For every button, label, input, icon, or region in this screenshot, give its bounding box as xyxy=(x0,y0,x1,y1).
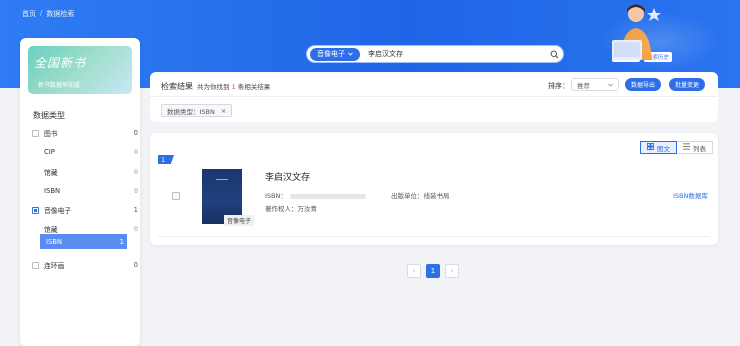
cover-type-badge: 音像电子 xyxy=(224,215,255,226)
facet-label: 馆藏 xyxy=(44,226,58,234)
facet-av-isbn[interactable]: ISBN 1 xyxy=(40,234,127,249)
divider xyxy=(158,236,710,237)
next-page-button[interactable]: › xyxy=(445,264,459,278)
result-index-tag: 1 xyxy=(158,155,174,164)
person-illustration-icon xyxy=(612,4,661,60)
facet-label: 图书 xyxy=(44,130,58,138)
export-data-button[interactable]: 数据导出 xyxy=(625,78,662,91)
list-view-label: 列表 xyxy=(693,144,706,153)
facet-count: 0 xyxy=(134,148,138,156)
facet-count: 1 xyxy=(133,206,138,214)
list-view-button[interactable]: 列表 xyxy=(677,141,713,154)
grid-view-label: 图文 xyxy=(657,144,670,153)
breadcrumb: 首页 / 数据检索 xyxy=(22,9,74,19)
breadcrumb-current: 数据检索 xyxy=(46,10,75,18)
breadcrumb-home[interactable]: 首页 xyxy=(22,9,36,19)
prev-page-button[interactable]: ‹ xyxy=(407,264,421,278)
sidebar-heading: 数据类型 xyxy=(33,111,65,120)
facet-books-checkbox[interactable] xyxy=(32,129,39,137)
search-input[interactable]: 李启汉文存 xyxy=(368,49,545,59)
facet-comics-checkbox[interactable] xyxy=(32,261,39,269)
facet-av-electronic[interactable]: 音像电子 1 xyxy=(32,203,138,217)
facet-holdings[interactable]: 馆藏 0 xyxy=(44,165,138,179)
result-card: 图文 列表 1 音像电子 李启汉文存 ISBN： 著作权人：万汝青 出版单位：线… xyxy=(150,133,718,245)
search-type-selector[interactable]: 音像电子 xyxy=(310,47,360,61)
grid-view-button[interactable]: 图文 xyxy=(640,141,677,154)
breadcrumb-separator: / xyxy=(40,9,43,17)
author-row: 著作权人：万汝青 xyxy=(265,205,317,213)
isbn-value-redacted xyxy=(289,193,366,199)
logo-title: 全国新书 xyxy=(34,56,87,70)
result-checkbox[interactable] xyxy=(172,192,180,200)
results-title: 检索结果 xyxy=(161,82,193,91)
results-summary: 共为你找到 1 条相关结果 xyxy=(197,81,270,91)
list-icon xyxy=(683,143,690,152)
sidebar: 全国新书 新书数据早知道 数据类型 图书 0 CIP 0 馆藏 0 ISBN 0… xyxy=(20,38,140,346)
close-icon[interactable]: × xyxy=(221,107,226,115)
facet-count: 0 xyxy=(134,225,138,233)
facet-cip[interactable]: CIP 0 xyxy=(44,145,138,159)
logo-banner: 全国新书 新书数据早知道 xyxy=(28,46,132,94)
sort-value: 推荐 xyxy=(577,81,590,90)
logo-subtitle: 新书数据早知道 xyxy=(38,82,81,89)
facet-label: ISBN xyxy=(44,187,61,195)
isbn-label: ISBN： xyxy=(265,192,287,200)
publisher-row: 出版单位：线装书局 xyxy=(391,192,450,200)
summary-suffix: 条相关结果 xyxy=(237,83,271,91)
facet-av-checkbox[interactable] xyxy=(32,206,39,214)
isbn-database-link[interactable]: ISBN数据库 xyxy=(673,190,708,200)
chevron-down-icon xyxy=(348,50,353,58)
facet-count: 1 xyxy=(119,237,124,246)
facet-count: 0 xyxy=(133,261,138,269)
batch-change-button[interactable]: 批量变更 xyxy=(669,78,706,91)
facet-label: 馆藏 xyxy=(44,169,58,177)
result-count: 1 xyxy=(231,83,236,91)
facet-count: 0 xyxy=(133,129,138,137)
summary-prefix: 共为你找到 xyxy=(197,83,230,91)
divider xyxy=(150,96,718,97)
search-icon[interactable] xyxy=(545,50,563,59)
results-header: 检索结果 共为你找到 1 条相关结果 排序： 推荐 数据导出 批量变更 数据类型… xyxy=(150,72,718,122)
facet-count: 0 xyxy=(134,187,138,195)
advanced-search-link[interactable]: 高级检索 xyxy=(612,52,641,62)
grid-icon xyxy=(647,143,654,152)
facet-isbn-books[interactable]: ISBN 0 xyxy=(44,184,138,198)
chevron-down-icon xyxy=(608,81,613,89)
pagination: ‹ 1 › xyxy=(407,264,459,278)
facet-comics[interactable]: 连环画 0 xyxy=(32,258,138,272)
filter-chip: 数据类型：ISBN × xyxy=(161,104,233,117)
search-bar: 音像电子 李启汉文存 xyxy=(306,45,564,63)
page-button-current[interactable]: 1 xyxy=(426,264,440,278)
sort-label: 排序： xyxy=(548,82,569,90)
hero-links: 高级检索 检索历史 xyxy=(612,52,673,62)
facet-label: 音像电子 xyxy=(44,207,72,215)
book-title[interactable]: 李启汉文存 xyxy=(265,170,310,183)
results-title-row: 检索结果 共为你找到 1 条相关结果 xyxy=(161,81,270,92)
facet-books[interactable]: 图书 0 xyxy=(32,126,138,140)
filter-chip-label: 数据类型：ISBN xyxy=(167,107,215,116)
isbn-row: ISBN： xyxy=(265,190,366,200)
facet-count: 0 xyxy=(134,168,138,176)
view-toggle: 图文 列表 xyxy=(640,141,713,154)
search-history-link[interactable]: 检索历史 xyxy=(644,52,673,62)
facet-label: CIP xyxy=(44,148,55,156)
sort-select[interactable]: 推荐 xyxy=(571,78,619,91)
facet-label: ISBN xyxy=(46,237,63,246)
facet-label: 连环画 xyxy=(44,262,65,270)
search-type-label: 音像电子 xyxy=(317,50,345,58)
